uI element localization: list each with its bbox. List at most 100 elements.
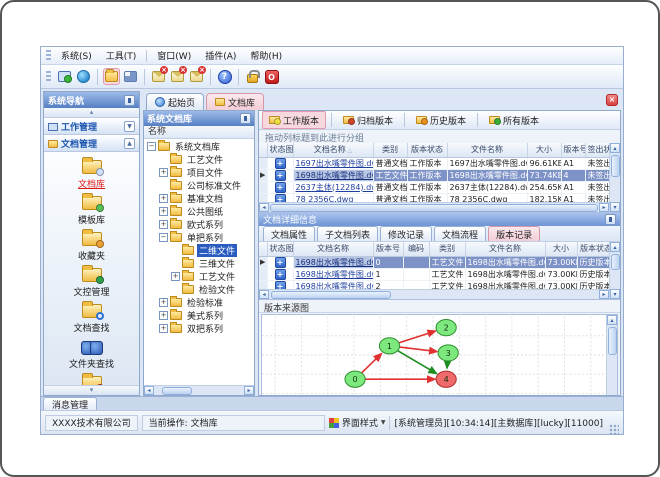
tab-2[interactable]: 文档库 [206, 93, 265, 110]
table-vscrollbar[interactable]: ▴ ▾ [609, 143, 620, 212]
tree-node-7[interactable]: + 欧式系列 [144, 218, 254, 231]
column-header[interactable]: 状态图 [267, 143, 294, 158]
scroll-thumb[interactable] [162, 386, 192, 395]
document-link[interactable]: 78 2356C.dwg [296, 195, 354, 203]
tree-node-14[interactable]: + 美式系列 [144, 309, 254, 322]
mail-send-icon[interactable] [150, 66, 168, 85]
column-header[interactable]: 状态图 [267, 242, 294, 257]
document-link[interactable]: 1697出水嘴零件图.dwg [296, 159, 373, 168]
tree-node-1[interactable]: − 系统文档库 [144, 140, 254, 153]
globe-icon[interactable] [75, 68, 92, 85]
detail-tab-4[interactable]: 文档流程 [434, 226, 487, 241]
tree-node-5[interactable]: + 基准文档 [144, 192, 254, 205]
document-link[interactable]: 2637主体(12284).dwg [296, 183, 373, 192]
sidebar-item-2[interactable]: 模板库 [49, 192, 135, 227]
version-filter-button-3[interactable]: 历史版本 [410, 111, 472, 129]
expand-icon[interactable]: + [159, 311, 168, 320]
tree-node-2[interactable]: 工艺文件 [144, 153, 254, 166]
table-row[interactable]: +1698出水嘴零件图.dwg1工艺文件1698出水嘴零件图.dwg73.00K… [259, 268, 609, 281]
scroll-down-icon[interactable]: ▾ [610, 289, 620, 299]
sidebar-collapse-down[interactable]: ▾ [44, 385, 139, 395]
pin-icon[interactable] [240, 113, 251, 124]
scroll-left-icon[interactable]: ◂ [259, 290, 269, 299]
table-vscrollbar[interactable]: ▴ ▾ [609, 242, 620, 299]
chevron-down-icon[interactable]: ▼ [124, 121, 135, 132]
scroll-thumb[interactable] [610, 254, 620, 270]
expand-icon[interactable]: + [159, 324, 168, 333]
collapse-icon[interactable]: − [147, 142, 156, 151]
collapse-icon[interactable]: − [159, 233, 168, 242]
lock-icon[interactable] [244, 68, 261, 85]
scroll-right-icon[interactable]: ▸ [244, 386, 254, 395]
scroll-up-icon[interactable]: ▴ [610, 143, 620, 153]
expand-icon[interactable]: + [159, 220, 168, 229]
close-tab-icon[interactable]: × [606, 94, 618, 106]
column-header[interactable]: 版本号 [373, 242, 404, 257]
column-header[interactable]: 文档名称 △ [293, 143, 374, 158]
scroll-left-icon[interactable]: ◂ [144, 386, 154, 395]
drag-grip[interactable] [46, 49, 51, 62]
documents-folder-icon[interactable] [103, 68, 120, 85]
detail-tab-1[interactable]: 文档属性 [263, 226, 316, 241]
column-header[interactable]: 版本状态 [407, 143, 448, 158]
sidebar-item-1[interactable]: 文档库 [49, 156, 135, 191]
table-row[interactable]: ▶+1698出水嘴零件图.dwg工艺文件工作版本1698出水嘴零件图.dwg73… [259, 169, 609, 182]
sidebar-item-6[interactable]: 文件夹查找 [49, 336, 135, 371]
column-header[interactable]: 签出状态 [585, 143, 609, 158]
scroll-down-icon[interactable]: ▾ [610, 202, 620, 212]
scroll-thumb[interactable] [271, 290, 391, 299]
mail-error-icon[interactable] [188, 66, 206, 85]
sidebar-item-3[interactable]: 收藏夹 [49, 228, 135, 263]
tree-node-12[interactable]: 检验文件 [144, 283, 254, 296]
document-link[interactable]: 1698出水嘴零件图.dwg [296, 282, 373, 290]
column-header[interactable]: 类别 [429, 242, 466, 257]
document-link[interactable]: 1698出水嘴零件图.dwg [296, 258, 373, 267]
report-icon[interactable] [122, 68, 139, 85]
document-link[interactable]: 1698出水嘴零件图.dwg [296, 270, 373, 279]
tree-node-10[interactable]: 三维文件 [144, 257, 254, 270]
table-row[interactable]: +2637主体(12284).dwg普通文档工作版本2637主体(12284).… [259, 181, 609, 194]
detail-tab-3[interactable]: 修改记录 [380, 226, 433, 241]
column-header[interactable]: 类别 [373, 143, 408, 158]
scroll-thumb[interactable] [610, 155, 620, 177]
mail-receive-icon[interactable] [169, 66, 187, 85]
sidebar-group-2[interactable]: 文档管理 ▲ [44, 135, 139, 152]
scroll-thumb[interactable] [270, 203, 598, 212]
detail-tab-5[interactable]: 版本记录 [488, 226, 541, 241]
expand-icon[interactable]: + [159, 194, 168, 203]
pin-icon[interactable] [124, 94, 135, 106]
sidebar-collapse-up[interactable]: ▴ [44, 108, 139, 118]
tree-node-3[interactable]: + 项目文件 [144, 166, 254, 179]
tree-node-11[interactable]: + 工艺文件 [144, 270, 254, 283]
resize-grip[interactable] [609, 424, 619, 434]
sidebar-item-4[interactable]: 文控管理 [49, 264, 135, 299]
chevron-up-icon[interactable]: ▲ [124, 138, 135, 149]
expand-icon[interactable]: + [159, 298, 168, 307]
pin-icon[interactable] [605, 214, 616, 225]
tree-node-8[interactable]: − 单把系列 [144, 231, 254, 244]
scroll-right-icon[interactable]: ▸ [599, 203, 609, 212]
scroll-up-icon[interactable]: ▴ [607, 315, 617, 325]
column-header[interactable]: 大小 [527, 143, 562, 158]
version-filter-button-2[interactable]: 归档版本 [337, 111, 399, 129]
column-header[interactable]: 文件名称 [465, 242, 546, 257]
table-hscrollbar[interactable]: ◂ ▸ [259, 289, 609, 299]
tab-message-management[interactable]: 消息管理 [43, 397, 98, 411]
version-filter-button-1[interactable]: 工作版本 [262, 111, 327, 129]
expand-icon[interactable]: + [159, 207, 168, 216]
tab-1[interactable]: 起始页 [146, 93, 205, 110]
scroll-left-icon[interactable]: ◂ [259, 203, 269, 212]
column-header[interactable]: 大小 [545, 242, 578, 257]
column-header[interactable]: 版本号 [561, 143, 586, 158]
menu-item-3[interactable]: 窗口(W) [150, 47, 198, 64]
scroll-right-icon[interactable]: ▸ [599, 290, 609, 299]
tree-node-9[interactable]: 二维文件 [144, 244, 254, 257]
detail-tab-2[interactable]: 子文档列表 [317, 226, 379, 241]
scroll-up-icon[interactable]: ▴ [610, 242, 620, 252]
column-header[interactable]: 版本状态 [577, 242, 609, 257]
tree-node-4[interactable]: 公司标准文件 [144, 179, 254, 192]
expand-icon[interactable]: + [171, 272, 180, 281]
table-row[interactable]: +1697出水嘴零件图.dwg普通文档工作版本1697出水嘴零件图.dwg96.… [259, 157, 609, 170]
drag-grip[interactable] [46, 70, 51, 83]
tree-node-6[interactable]: + 公共图纸 [144, 205, 254, 218]
